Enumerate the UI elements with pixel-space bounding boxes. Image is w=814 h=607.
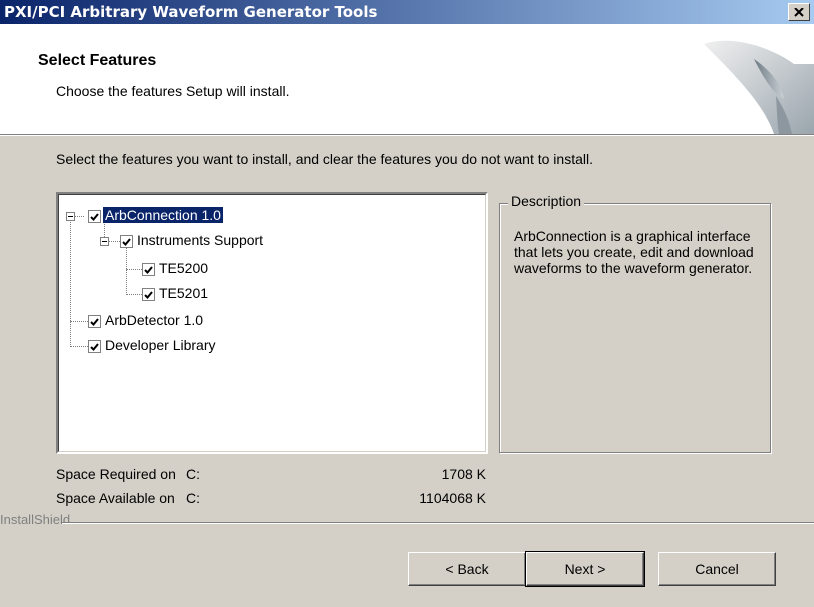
tree-connector <box>70 321 88 322</box>
space-required-label: Space Required on <box>56 466 176 482</box>
tree-connector <box>126 294 142 295</box>
space-available-label: Space Available on <box>56 490 175 506</box>
close-button[interactable] <box>788 3 810 21</box>
next-button[interactable]: Next > <box>525 551 645 587</box>
space-available-value: 1104068 K <box>419 490 486 506</box>
close-icon <box>794 7 804 17</box>
tree-connector <box>126 269 142 270</box>
arbdetector-checkbox[interactable] <box>88 315 101 328</box>
checkmark-icon <box>90 212 99 221</box>
instruction-text: Select the features you want to install,… <box>56 151 593 167</box>
te5201-checkbox[interactable] <box>142 288 155 301</box>
space-required-value: 1708 K <box>441 466 486 482</box>
title-bar: PXI/PCI Arbitrary Waveform Generator Too… <box>0 0 814 24</box>
branding-separator <box>62 522 814 524</box>
tree-item-arbconnection[interactable]: ArbConnection 1.0 <box>103 207 223 223</box>
checkmark-icon <box>144 290 153 299</box>
tree-connector <box>108 241 120 242</box>
page-subtitle: Choose the features Setup will install. <box>56 83 290 99</box>
space-required-row: Space Required on C: 1708 K <box>56 466 496 484</box>
space-available-row: Space Available on C: 1104068 K <box>56 490 496 508</box>
feature-tree[interactable]: ArbConnection 1.0 Instruments Support TE… <box>56 192 488 454</box>
installshield-brand: InstallShield <box>0 512 71 527</box>
page-curl-graphic <box>704 40 814 134</box>
tree-item-developer-library[interactable]: Developer Library <box>103 337 218 353</box>
back-button[interactable]: < Back <box>408 552 526 586</box>
cancel-button[interactable]: Cancel <box>658 552 776 586</box>
tree-item-te5200[interactable]: TE5200 <box>157 260 210 276</box>
checkmark-icon <box>90 342 99 351</box>
collapse-instruments-toggle[interactable] <box>100 237 109 246</box>
checkmark-icon <box>90 317 99 326</box>
tree-item-te5201[interactable]: TE5201 <box>157 285 210 301</box>
tree-connector <box>70 220 71 347</box>
page-title: Select Features <box>38 52 157 69</box>
description-text: ArbConnection is a graphical interface t… <box>514 228 754 276</box>
header-separator <box>0 134 814 136</box>
tree-connector <box>70 346 88 347</box>
developer-library-checkbox[interactable] <box>88 340 101 353</box>
space-available-drive: C: <box>186 490 200 506</box>
window-title: PXI/PCI Arbitrary Waveform Generator Too… <box>4 3 378 21</box>
te5200-checkbox[interactable] <box>142 263 155 276</box>
checkmark-icon <box>144 265 153 274</box>
arbconnection-checkbox[interactable] <box>88 210 101 223</box>
wizard-header: Select Features Choose the features Setu… <box>0 24 814 134</box>
collapse-arbconnection-toggle[interactable] <box>66 212 75 221</box>
tree-item-instruments-support[interactable]: Instruments Support <box>135 232 265 248</box>
tree-connector <box>74 216 84 217</box>
space-required-drive: C: <box>186 466 200 482</box>
description-legend: Description <box>508 193 585 209</box>
tree-item-arbdetector[interactable]: ArbDetector 1.0 <box>103 312 205 328</box>
checkmark-icon <box>122 237 131 246</box>
instruments-support-checkbox[interactable] <box>120 235 133 248</box>
tree-connector <box>126 245 127 295</box>
